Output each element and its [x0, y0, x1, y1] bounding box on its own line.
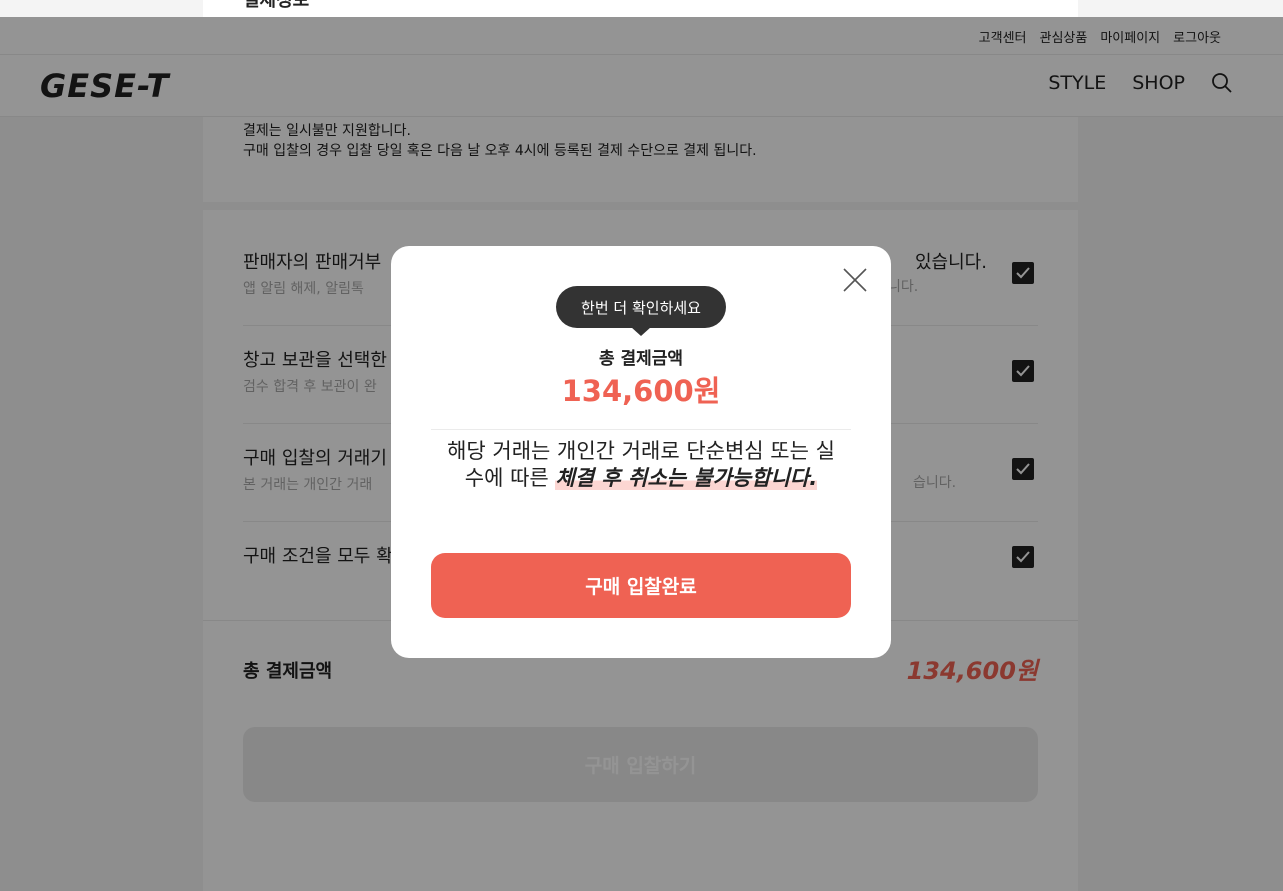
- page-title: 결제정보: [243, 0, 310, 11]
- top-strip: 결제정보: [0, 0, 1283, 17]
- modal-total-amount: 134,600원: [561, 374, 721, 408]
- divider: [431, 429, 851, 430]
- confirm-tooltip: 한번 더 확인하세요: [556, 286, 726, 336]
- page-header-cut: 결제정보: [203, 0, 1078, 17]
- modal-warning-message: 해당 거래는 개인간 거래로 단순변심 또는 실수에 따른 체결 후 취소는 불…: [446, 438, 836, 492]
- close-icon[interactable]: [842, 267, 868, 293]
- confirm-modal: 한번 더 확인하세요 총 결제금액 134,600원 해당 거래는 개인간 거래…: [391, 246, 891, 658]
- modal-total-label: 총 결제금액: [598, 349, 684, 369]
- bid-complete-button[interactable]: 구매 입찰완료: [431, 553, 851, 618]
- warning-emphasis: 체결 후 취소는 불가능합니다.: [555, 466, 818, 490]
